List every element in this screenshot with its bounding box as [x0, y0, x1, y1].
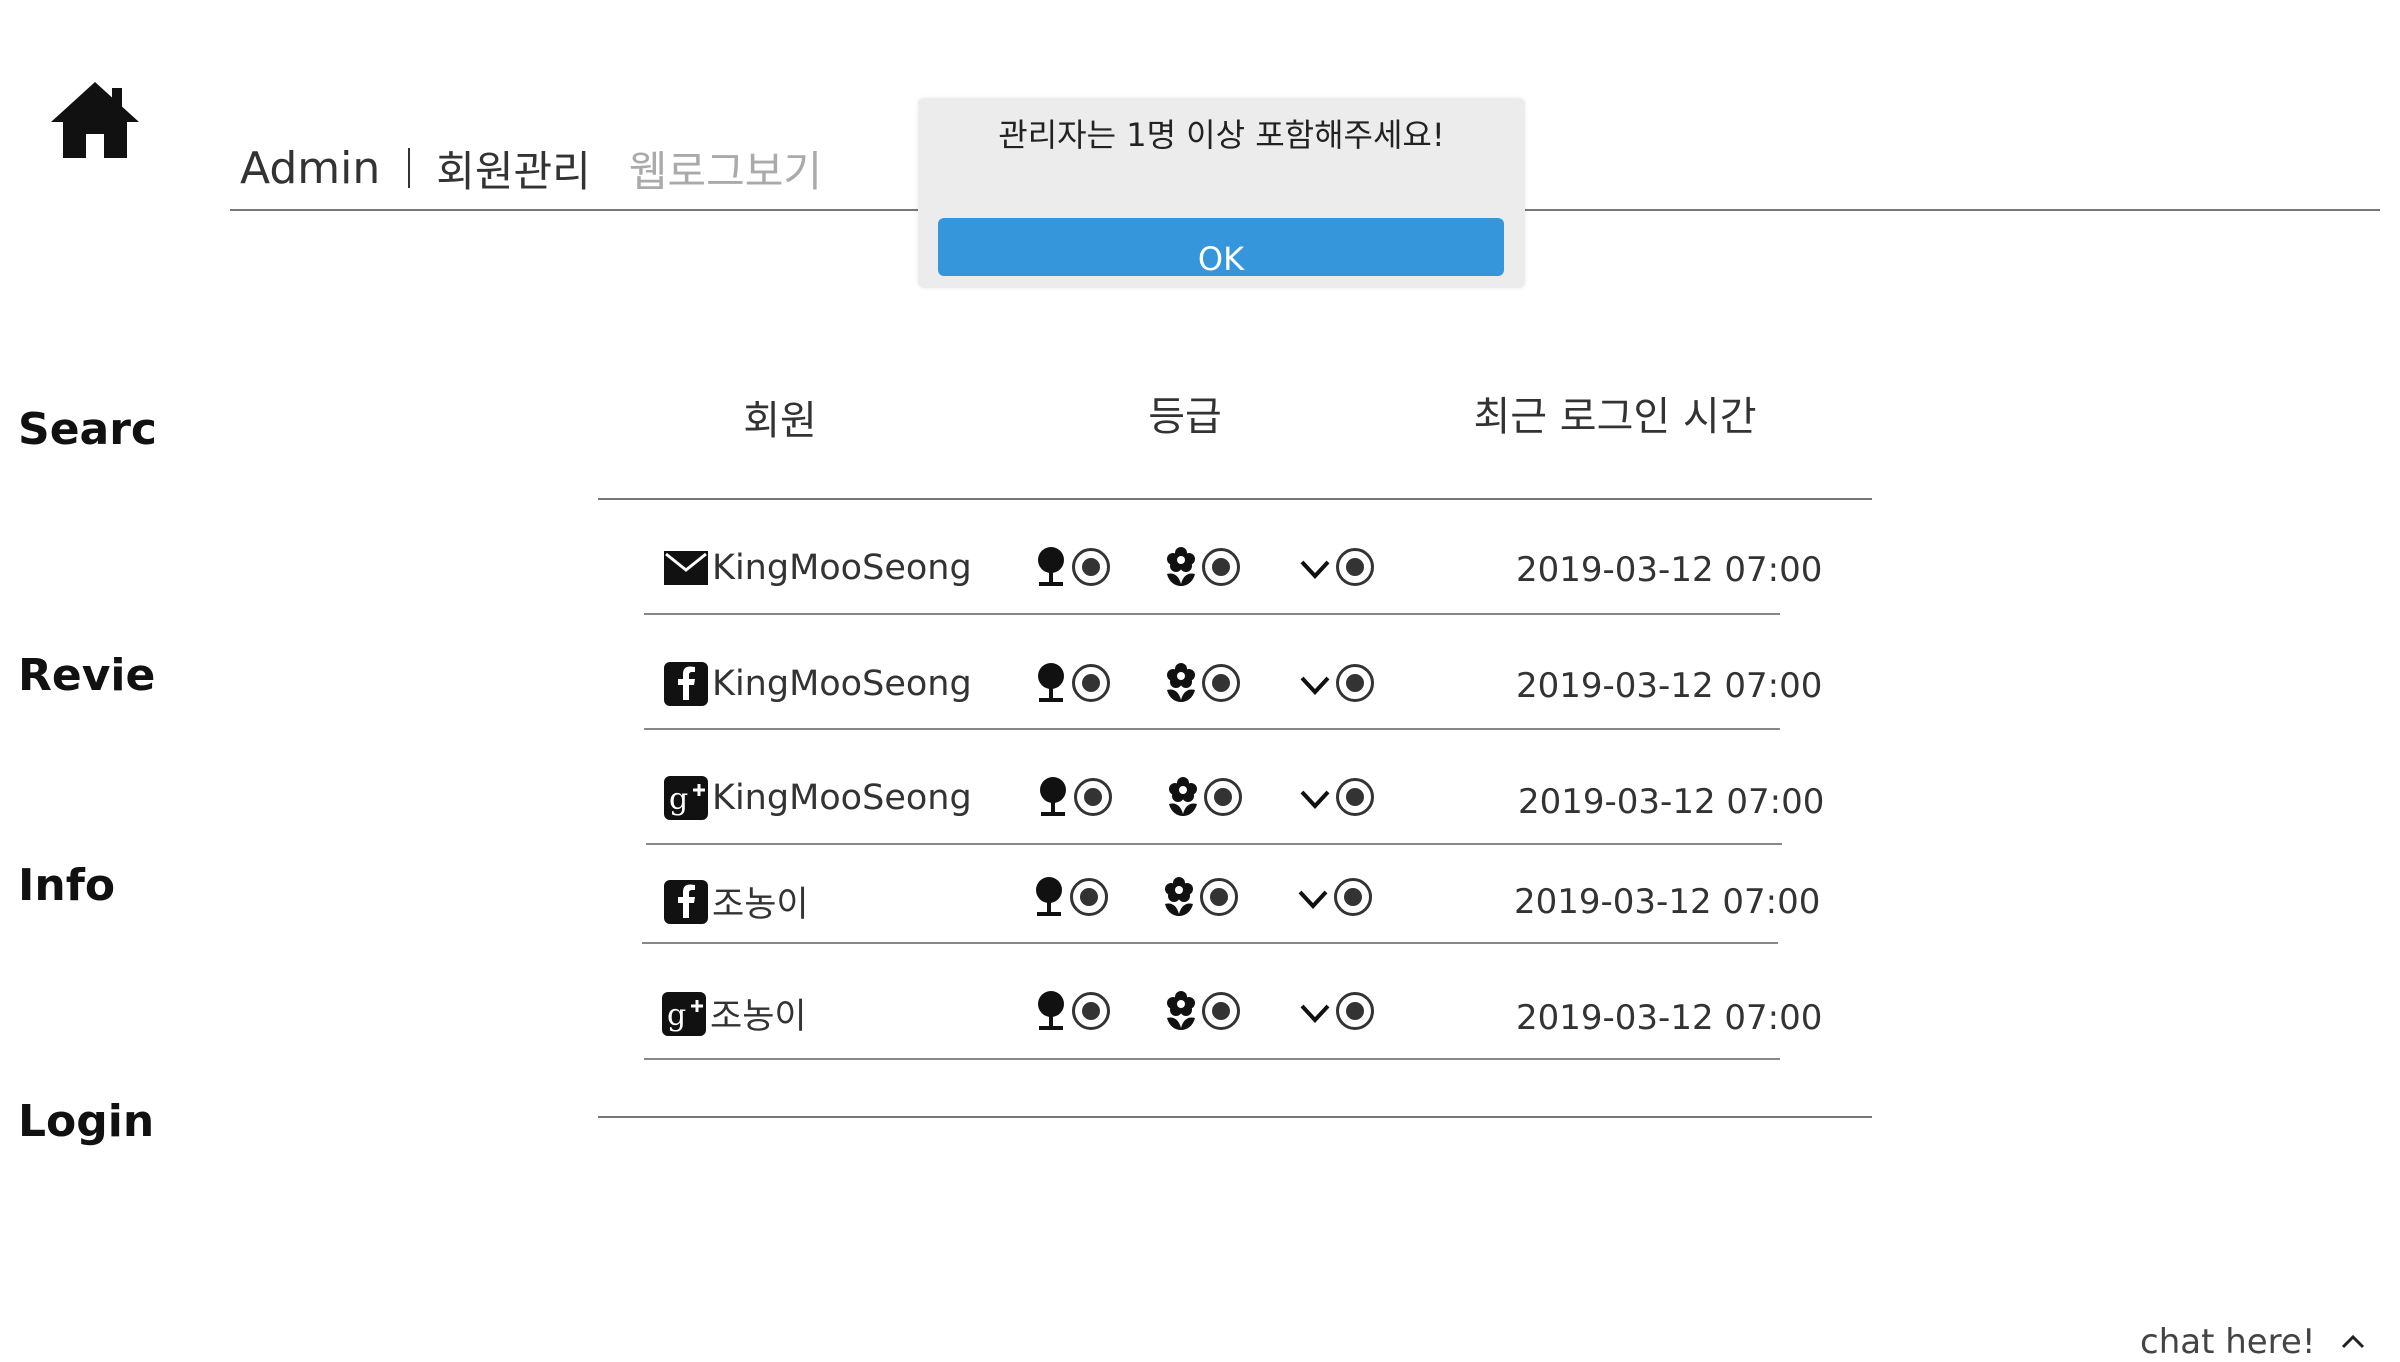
last-login-time: 2019-03-12 07:00	[1516, 998, 1823, 1038]
sidebar-item-login[interactable]: Login	[18, 1096, 154, 1147]
chat-label: chat here!	[2140, 1322, 2316, 1362]
chevron-down-icon	[1296, 876, 1330, 918]
table-bottom-border	[598, 1116, 1872, 1118]
radio-button[interactable]	[1072, 664, 1110, 702]
radio-button[interactable]	[1336, 778, 1374, 816]
chevron-down-icon	[1298, 990, 1332, 1032]
grade-option-chevron[interactable]	[1298, 546, 1374, 588]
facebook-icon	[664, 662, 708, 706]
chevron-up-icon	[2342, 1334, 2365, 1349]
radio-button[interactable]	[1336, 992, 1374, 1030]
row-divider	[644, 613, 1780, 615]
radio-button[interactable]	[1200, 878, 1238, 916]
sidebar-item-info[interactable]: Info	[18, 860, 115, 911]
admin-title: Admin	[240, 142, 381, 194]
grade-option-chevron[interactable]	[1298, 776, 1374, 818]
grade-option-tree[interactable]	[1034, 990, 1110, 1032]
grade-option-tree[interactable]	[1032, 876, 1108, 918]
flower-icon	[1164, 546, 1198, 588]
member-cell: 조농이	[662, 988, 807, 1039]
column-header-member: 회원	[743, 398, 817, 444]
radio-button[interactable]	[1202, 664, 1240, 702]
email-icon	[664, 549, 708, 587]
grade-option-flower[interactable]	[1164, 662, 1240, 704]
tree-icon	[1034, 990, 1068, 1032]
grade-option-chevron[interactable]	[1298, 990, 1374, 1032]
radio-button[interactable]	[1072, 548, 1110, 586]
radio-button[interactable]	[1202, 992, 1240, 1030]
member-cell: 조농이	[664, 876, 809, 927]
grade-option-chevron[interactable]	[1298, 662, 1374, 704]
row-divider	[646, 843, 1782, 845]
member-cell: KingMooSeong	[664, 776, 972, 820]
member-name: KingMooSeong	[712, 548, 972, 588]
chevron-down-icon	[1298, 662, 1332, 704]
radio-button[interactable]	[1336, 664, 1374, 702]
home-icon[interactable]	[48, 78, 142, 162]
radio-button[interactable]	[1070, 878, 1108, 916]
grade-option-tree[interactable]	[1036, 776, 1112, 818]
ok-button-label: OK	[1197, 240, 1245, 278]
alert-dialog: 관리자는 1명 이상 포함해주세요! OK	[918, 98, 1525, 288]
flower-icon	[1164, 662, 1198, 704]
row-divider	[642, 942, 1778, 944]
radio-button[interactable]	[1334, 878, 1372, 916]
last-login-time: 2019-03-12 07:00	[1514, 882, 1821, 922]
member-cell: KingMooSeong	[664, 662, 972, 706]
alert-message: 관리자는 1명 이상 포함해주세요!	[998, 116, 1445, 154]
grade-option-flower[interactable]	[1164, 990, 1240, 1032]
ok-button[interactable]: OK	[938, 218, 1504, 278]
radio-button[interactable]	[1336, 548, 1374, 586]
row-divider	[644, 1058, 1780, 1060]
radio-button[interactable]	[1204, 778, 1242, 816]
sidebar-item-search[interactable]: Searc	[18, 404, 157, 455]
chat-toggle[interactable]: chat here!	[2140, 1322, 2373, 1362]
tree-icon	[1034, 546, 1068, 588]
grade-option-tree[interactable]	[1034, 546, 1110, 588]
table-top-border	[598, 498, 1872, 500]
column-header-grade: 등급	[1148, 394, 1222, 440]
member-name: 조농이	[712, 885, 809, 925]
last-login-time: 2019-03-12 07:00	[1518, 782, 1825, 822]
member-name: KingMooSeong	[712, 778, 972, 818]
row-divider	[644, 728, 1780, 730]
google-plus-icon	[662, 992, 706, 1036]
grade-option-flower[interactable]	[1162, 876, 1238, 918]
nav-weblog-view[interactable]: 웹로그보기	[629, 138, 822, 199]
google-plus-icon	[664, 776, 708, 820]
last-login-time: 2019-03-12 07:00	[1516, 666, 1823, 706]
flower-icon	[1166, 776, 1200, 818]
sidebar-item-review[interactable]: Revie	[18, 650, 155, 701]
facebook-icon	[664, 880, 708, 924]
tree-icon	[1034, 662, 1068, 704]
flower-icon	[1162, 876, 1196, 918]
nav-divider	[408, 148, 411, 188]
radio-button[interactable]	[1074, 778, 1112, 816]
grade-option-tree[interactable]	[1034, 662, 1110, 704]
radio-button[interactable]	[1072, 992, 1110, 1030]
member-cell: KingMooSeong	[664, 548, 972, 588]
radio-button[interactable]	[1202, 548, 1240, 586]
chevron-down-icon	[1298, 546, 1332, 588]
flower-icon	[1164, 990, 1198, 1032]
grade-option-flower[interactable]	[1164, 546, 1240, 588]
top-nav: Admin 회원관리 웹로그보기	[240, 138, 860, 198]
grade-option-flower[interactable]	[1166, 776, 1242, 818]
member-name: KingMooSeong	[712, 664, 972, 704]
tree-icon	[1032, 876, 1066, 918]
column-header-last-login: 최근 로그인 시간	[1473, 394, 1757, 440]
nav-member-management[interactable]: 회원관리	[436, 138, 591, 199]
grade-option-chevron[interactable]	[1296, 876, 1372, 918]
member-name: 조농이	[710, 997, 807, 1037]
last-login-time: 2019-03-12 07:00	[1516, 550, 1823, 590]
chevron-down-icon	[1298, 776, 1332, 818]
tree-icon	[1036, 776, 1070, 818]
